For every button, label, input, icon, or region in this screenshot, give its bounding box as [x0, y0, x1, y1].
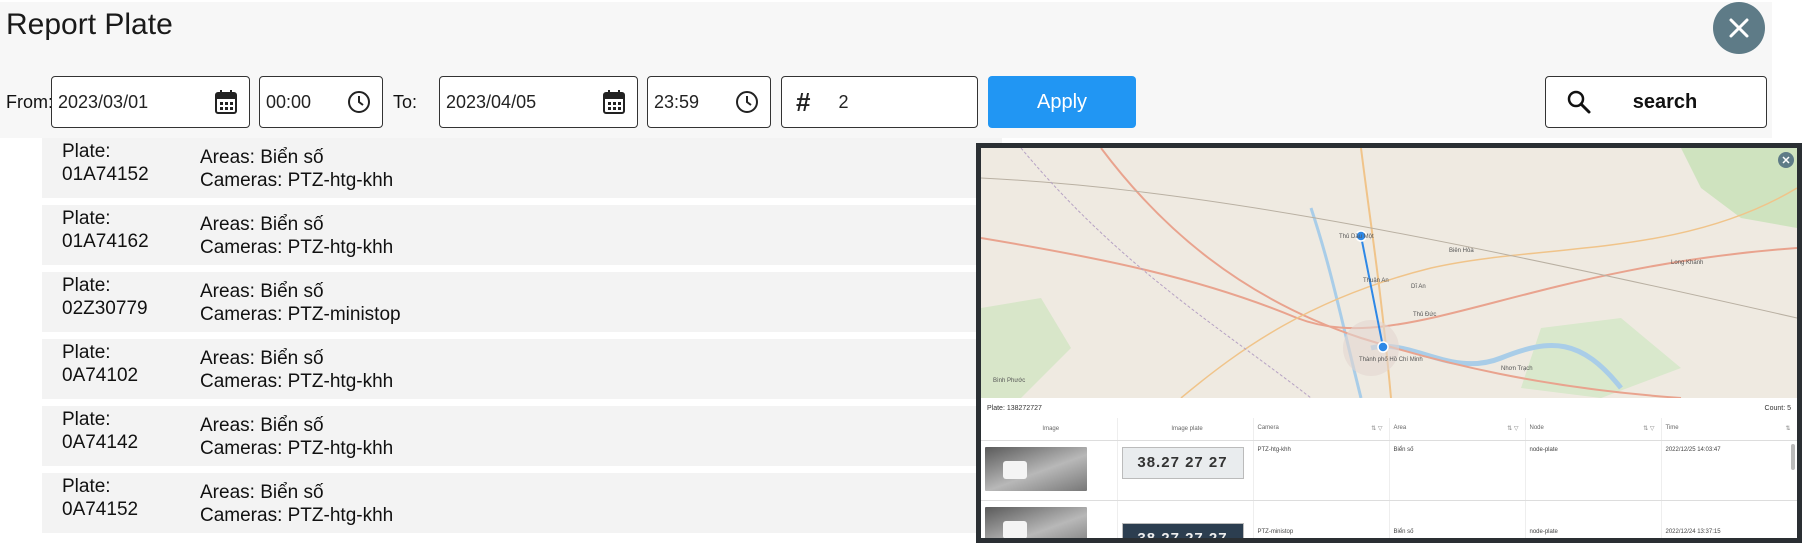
plate-camera: Cameras: PTZ-ministop — [200, 304, 401, 325]
to-label: To: — [393, 92, 418, 112]
hash-icon: # — [796, 86, 811, 117]
page-title: Report Plate — [6, 8, 173, 41]
area-cell: Biển số — [1389, 500, 1526, 538]
plate-camera: Cameras: PTZ-htg-khh — [200, 371, 394, 392]
from-label: From: — [6, 92, 53, 112]
popup-count-info: Count: 5 — [1764, 405, 1791, 412]
history-table: Image Image plate Camera ⇅ ▽ Area ⇅ ▽ Node… — [981, 418, 1797, 538]
apply-button[interactable]: Apply — [988, 76, 1136, 128]
plate-list: Plate: 01A74152 Areas: Biển số Cameras: PT… — [42, 138, 1002, 540]
map-label: Thuận An — [1363, 278, 1389, 284]
plate-camera: Cameras: PTZ-htg-khh — [200, 170, 394, 191]
camera-cell: PTZ-ministop — [1253, 500, 1390, 538]
table-row[interactable]: 38.27 27 27 PTZ-htg-khh Biển số node-pla… — [981, 440, 1797, 501]
popup-plate-info: Plate: 138272727 — [987, 405, 1042, 412]
sort-filter-icon[interactable]: ⇅ ▽ — [1643, 425, 1654, 432]
close-button[interactable] — [1713, 2, 1765, 54]
plate-area: Areas: Biển số — [200, 482, 324, 503]
table-scrollbar[interactable] — [1791, 444, 1795, 470]
search-icon — [1564, 87, 1594, 117]
plate-image[interactable]: 38.27 27 27 — [1121, 446, 1244, 479]
map-label: Biên Hòa — [1449, 248, 1474, 254]
to-time-field[interactable]: 23:59 — [647, 76, 771, 128]
table-header-row: Image Image plate Camera ⇅ ▽ Area ⇅ ▽ Node… — [981, 418, 1797, 441]
map-label: Thủ Dầu Một — [1339, 234, 1374, 240]
plate-number: 02Z30779 — [62, 298, 148, 319]
plate-number: 0A74102 — [62, 365, 139, 386]
plate-number: 01A74152 — [62, 164, 149, 185]
search-placeholder: search — [1632, 90, 1698, 113]
close-icon — [1729, 18, 1749, 38]
column-header[interactable]: Camera ⇅ ▽ — [1253, 418, 1390, 441]
map-label: Dĩ An — [1411, 284, 1426, 290]
list-item[interactable]: Plate: 0A74142 Areas: Biển số Cameras: PTZ… — [42, 406, 1002, 466]
map-label: Thành phố Hồ Chí Minh — [1359, 357, 1423, 363]
close-icon — [1782, 156, 1790, 164]
clock-icon[interactable] — [732, 87, 762, 117]
plate-number: 0A74152 — [62, 499, 139, 520]
vehicle-image[interactable] — [985, 506, 1087, 538]
plate-label: Plate: — [62, 141, 111, 162]
vehicle-image[interactable] — [985, 446, 1087, 491]
from-time-value: 00:00 — [266, 91, 312, 112]
search-input[interactable]: search — [1545, 76, 1767, 128]
list-item[interactable]: Plate: 02Z30779 Areas: Biển số Cameras: PT… — [42, 272, 1002, 332]
list-item[interactable]: Plate: 0A74152 Areas: Biển số Cameras: PTZ… — [42, 473, 1002, 533]
plate-label: Plate: — [62, 476, 111, 497]
clock-icon[interactable] — [344, 87, 374, 117]
camera-cell: PTZ-htg-khh — [1253, 440, 1390, 501]
plate-number: 0A74142 — [62, 432, 139, 453]
plate-label: Plate: — [62, 342, 111, 363]
count-value: 2 — [838, 91, 849, 112]
plate-area: Areas: Biển số — [200, 147, 324, 168]
map-label: Bình Phước — [993, 378, 1026, 384]
column-header[interactable]: Node ⇅ ▽ — [1525, 418, 1662, 441]
plate-camera: Cameras: PTZ-htg-khh — [200, 438, 394, 459]
plate-area: Areas: Biển số — [200, 214, 324, 235]
column-header[interactable]: Area ⇅ ▽ — [1389, 418, 1526, 441]
time-cell: 2022/12/25 14:03:47 — [1661, 440, 1797, 501]
from-time-field[interactable]: 00:00 — [259, 76, 383, 128]
plate-area: Areas: Biển số — [200, 281, 324, 302]
column-header: Image plate — [1117, 418, 1254, 441]
map-label: Long Khánh — [1671, 260, 1704, 266]
plate-image[interactable]: 38.27 27 27 — [1121, 522, 1244, 538]
area-cell: Biển số — [1389, 440, 1526, 501]
plate-camera: Cameras: PTZ-htg-khh — [200, 505, 394, 526]
plate-area: Areas: Biển số — [200, 415, 324, 436]
route-map[interactable]: Thành phố Hồ Chí Minh Thủ Dầu Một Thuận … — [981, 148, 1797, 398]
map-label: Nhơn Trạch — [1501, 366, 1533, 372]
column-header: Image — [981, 418, 1118, 441]
plate-label: Plate: — [62, 208, 111, 229]
from-date-value: 2023/03/01 — [58, 91, 149, 112]
time-cell: 2022/12/24 13:37:15 — [1661, 500, 1797, 538]
plate-camera: Cameras: PTZ-htg-khh — [200, 237, 394, 258]
sort-filter-icon[interactable]: ⇅ ▽ — [1507, 425, 1518, 432]
map-close-button[interactable] — [1778, 152, 1794, 168]
to-date-field[interactable]: 2023/04/05 — [439, 76, 638, 128]
list-item[interactable]: Plate: 0A74102 Areas: Biển số Cameras: PTZ… — [42, 339, 1002, 399]
count-field[interactable]: # 2 — [781, 76, 978, 128]
plate-label: Plate: — [62, 275, 111, 296]
column-header[interactable]: Time ⇅ — [1661, 418, 1797, 441]
plate-number: 01A74162 — [62, 231, 149, 252]
calendar-icon[interactable] — [599, 87, 629, 117]
to-time-value: 23:59 — [654, 91, 700, 112]
map-popup: Thành phố Hồ Chí Minh Thủ Dầu Một Thuận … — [976, 143, 1802, 543]
to-date-value: 2023/04/05 — [446, 91, 537, 112]
plate-area: Areas: Biển số — [200, 348, 324, 369]
list-item[interactable]: Plate: 01A74152 Areas: Biển số Cameras: PT… — [42, 138, 1002, 198]
sort-icon[interactable]: ⇅ — [1785, 425, 1790, 432]
sort-filter-icon[interactable]: ⇅ ▽ — [1371, 425, 1382, 432]
from-date-field[interactable]: 2023/03/01 — [51, 76, 250, 128]
list-item[interactable]: Plate: 01A74162 Areas: Biển số Cameras: PT… — [42, 205, 1002, 265]
map-label: Thủ Đức — [1413, 312, 1437, 318]
node-cell: node-plate — [1525, 500, 1662, 538]
table-row[interactable]: 38.27 27 27 PTZ-ministop Biển số node-pl… — [981, 500, 1797, 538]
popup-info-bar: Plate: 138272727 Count: 5 — [981, 400, 1797, 416]
node-cell: node-plate — [1525, 440, 1662, 501]
plate-label: Plate: — [62, 409, 111, 430]
calendar-icon[interactable] — [211, 87, 241, 117]
